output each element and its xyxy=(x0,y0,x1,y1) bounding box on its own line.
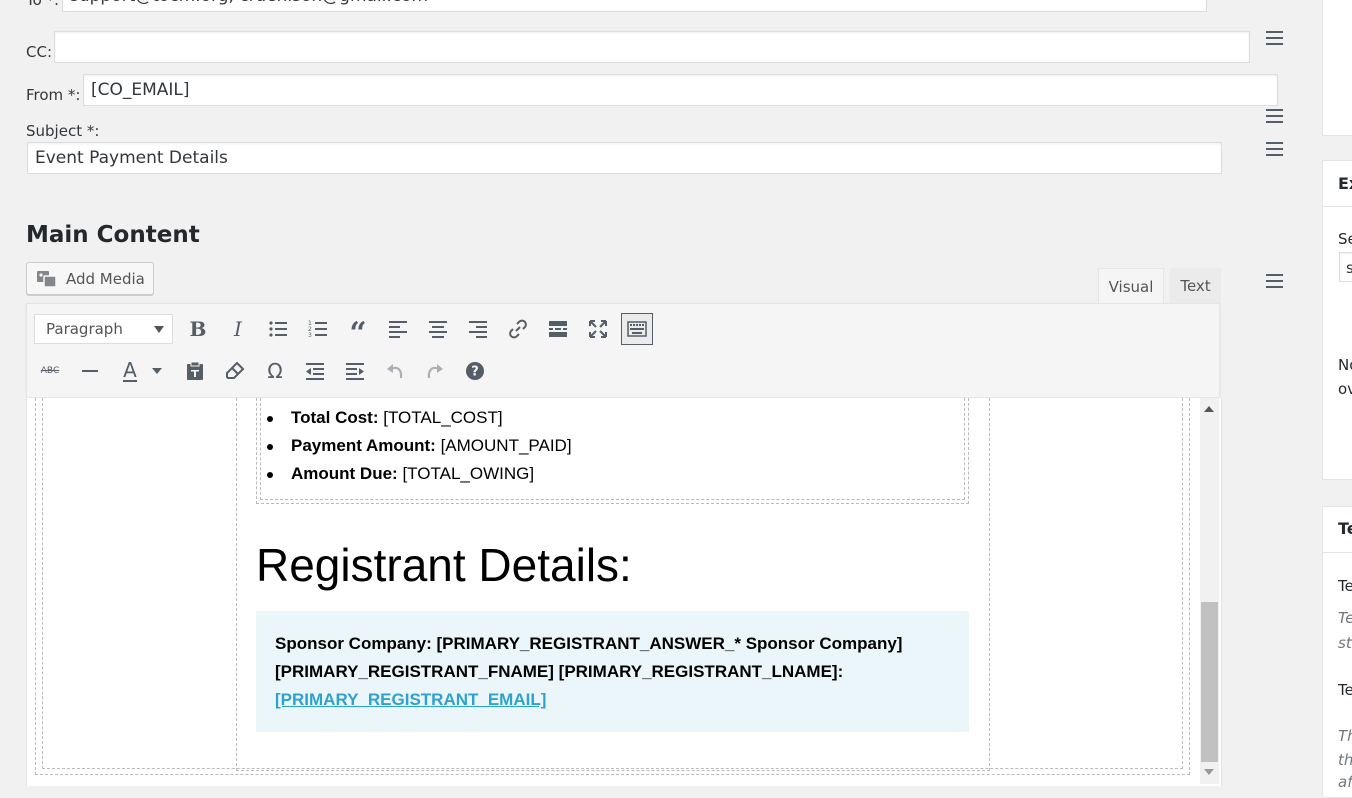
svg-text:?: ? xyxy=(471,365,479,380)
tab-visual[interactable]: Visual xyxy=(1098,268,1164,304)
sidebar-box3-italic4: th xyxy=(1338,751,1352,769)
scroll-down-arrow-icon[interactable] xyxy=(1204,769,1214,775)
blockquote-icon[interactable]: “ xyxy=(343,314,373,349)
clear-formatting-icon[interactable] xyxy=(220,356,250,386)
cc-label: CC: xyxy=(26,43,53,61)
text-color-icon[interactable]: A xyxy=(115,356,145,386)
scrollbar-thumb[interactable] xyxy=(1201,602,1218,762)
sidebar-box3-italic2: st xyxy=(1338,634,1352,652)
sidebar-box3-italic1: Te xyxy=(1338,609,1352,627)
subject-label: Subject *: xyxy=(26,122,100,140)
main-content-title: Main Content xyxy=(26,222,200,248)
to-field[interactable]: support@tocm.org, crdenison@gmail.com xyxy=(62,0,1207,12)
sidebar-box3-italic5: af xyxy=(1338,773,1352,791)
hamburger-icon[interactable] xyxy=(1266,31,1283,45)
undo-icon[interactable] xyxy=(380,356,410,386)
special-char-icon[interactable]: Ω xyxy=(260,356,290,386)
help-icon[interactable]: ? xyxy=(460,356,490,386)
toolbar-toggle-icon[interactable] xyxy=(621,313,653,345)
hamburger-icon[interactable] xyxy=(1266,142,1283,156)
cc-field[interactable] xyxy=(54,31,1250,63)
link-icon[interactable] xyxy=(503,314,533,344)
redo-icon[interactable] xyxy=(420,356,450,386)
hamburger-icon[interactable] xyxy=(1266,274,1283,288)
to-label: To *: xyxy=(26,0,60,9)
sidebar-box3-line2: Te xyxy=(1338,681,1352,699)
registrant-line-1: Sponsor Company: [PRIMARY_REGISTRANT_ANS… xyxy=(275,634,903,653)
tab-text[interactable]: Text xyxy=(1170,268,1221,304)
sidebar-box2-label: Se xyxy=(1338,230,1352,248)
bullet-list-icon[interactable] xyxy=(263,314,293,344)
italic-icon[interactable]: I xyxy=(223,314,253,344)
list-item: Amount Due: [TOTAL_OWING] xyxy=(266,464,535,483)
sidebar-select[interactable]: s xyxy=(1339,252,1352,282)
format-select[interactable]: Paragraph xyxy=(34,314,173,344)
bold-icon[interactable]: B xyxy=(183,314,213,344)
add-media-button[interactable]: Add Media xyxy=(26,262,154,295)
scroll-up-arrow-icon[interactable] xyxy=(1204,406,1214,412)
hamburger-icon[interactable] xyxy=(1266,109,1283,123)
sidebar-box3-title: Te xyxy=(1338,519,1352,538)
sidebar-box2-title: Ex xyxy=(1338,174,1352,193)
align-left-icon[interactable] xyxy=(383,314,413,344)
sidebar-box2-note1: No xyxy=(1338,356,1352,374)
indent-icon[interactable] xyxy=(340,356,370,386)
sidebar-box-2 xyxy=(1322,160,1352,480)
from-label: From *: xyxy=(26,86,81,104)
sidebar-box3-italic3: Th xyxy=(1338,727,1352,745)
list-item: Total Cost: [TOTAL_COST] xyxy=(267,408,503,427)
align-right-icon[interactable] xyxy=(463,314,493,344)
format-select-value: Paragraph xyxy=(46,320,123,338)
read-more-icon[interactable] xyxy=(543,314,573,344)
list-item: Payment Amount: [AMOUNT_PAID] xyxy=(267,436,572,455)
subject-field[interactable]: Event Payment Details xyxy=(27,142,1222,174)
outdent-icon[interactable] xyxy=(300,356,330,386)
horizontal-line-icon[interactable] xyxy=(75,356,105,386)
from-field[interactable]: [CO_EMAIL] xyxy=(83,74,1278,106)
registrant-email-link[interactable]: [PRIMARY_REGISTRANT_EMAIL] xyxy=(275,690,546,710)
fullscreen-icon[interactable] xyxy=(583,314,613,344)
sidebar-box3-line1: Te xyxy=(1338,577,1352,595)
strikethrough-icon[interactable]: ABC xyxy=(35,356,65,386)
numbered-list-icon[interactable]: 123 xyxy=(303,314,333,344)
media-icon xyxy=(36,269,58,289)
add-media-label: Add Media xyxy=(66,269,145,288)
align-center-icon[interactable] xyxy=(423,314,453,344)
registrant-line-2: [PRIMARY_REGISTRANT_FNAME] [PRIMARY_REGI… xyxy=(275,662,844,681)
chevron-down-icon[interactable] xyxy=(147,356,167,386)
list-item-hidden xyxy=(267,392,637,398)
svg-text:3: 3 xyxy=(308,332,312,339)
sidebar-box2-note2: ov xyxy=(1338,380,1352,398)
editor-toolbar: Paragraph B I 123 “ ABC A Ω ? xyxy=(26,303,1220,398)
chevron-down-icon xyxy=(154,326,164,333)
paste-text-icon[interactable] xyxy=(180,356,210,386)
sidebar-box-1 xyxy=(1322,0,1352,136)
registrant-heading: Registrant Details: xyxy=(256,539,632,591)
